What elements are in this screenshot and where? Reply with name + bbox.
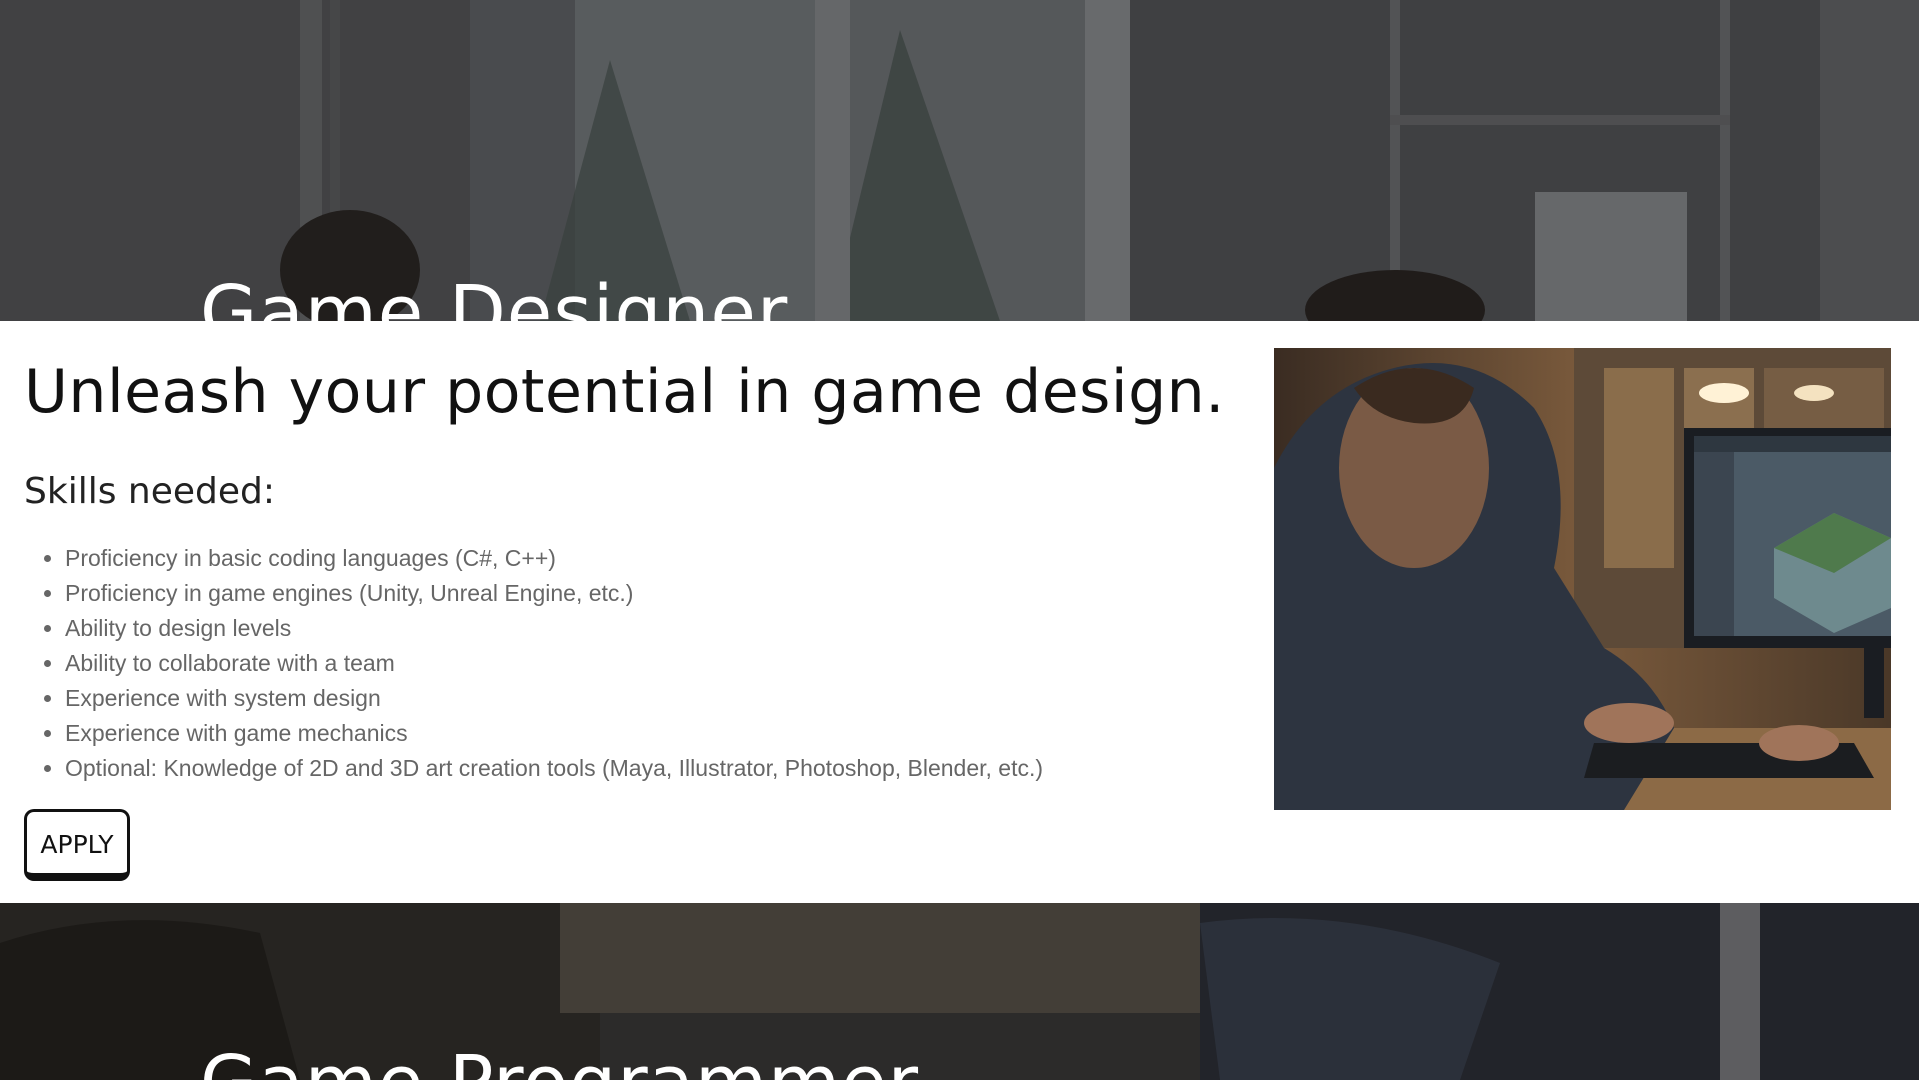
section-title-game-designer: Game Designer	[200, 269, 789, 321]
designer-banner: Game Designer	[0, 0, 1919, 321]
headline: Unleash your potential in game design.	[24, 357, 1225, 427]
skills-list: Proficiency in basic coding languages (C…	[24, 541, 1043, 786]
list-item: Optional: Knowledge of 2D and 3D art cre…	[65, 751, 1043, 786]
list-item: Ability to design levels	[65, 611, 1043, 646]
designer-photo-illustration	[1274, 348, 1891, 810]
designer-content: Unleash your potential in game design. S…	[0, 321, 1919, 903]
designer-at-computer-image	[1274, 348, 1891, 810]
list-item: Experience with game mechanics	[65, 716, 1043, 751]
apply-button[interactable]: APPLY	[24, 809, 130, 881]
list-item: Proficiency in basic coding languages (C…	[65, 541, 1043, 576]
list-item: Proficiency in game engines (Unity, Unre…	[65, 576, 1043, 611]
list-item: Experience with system design	[65, 681, 1043, 716]
list-item: Ability to collaborate with a team	[65, 646, 1043, 681]
careers-page: Game Designer Unleash your potential in …	[0, 0, 1920, 1080]
section-title-game-programmer: Game Programmer	[200, 1046, 919, 1080]
skills-heading: Skills needed:	[24, 471, 275, 512]
programmer-banner: Game Programmer	[0, 903, 1919, 1080]
